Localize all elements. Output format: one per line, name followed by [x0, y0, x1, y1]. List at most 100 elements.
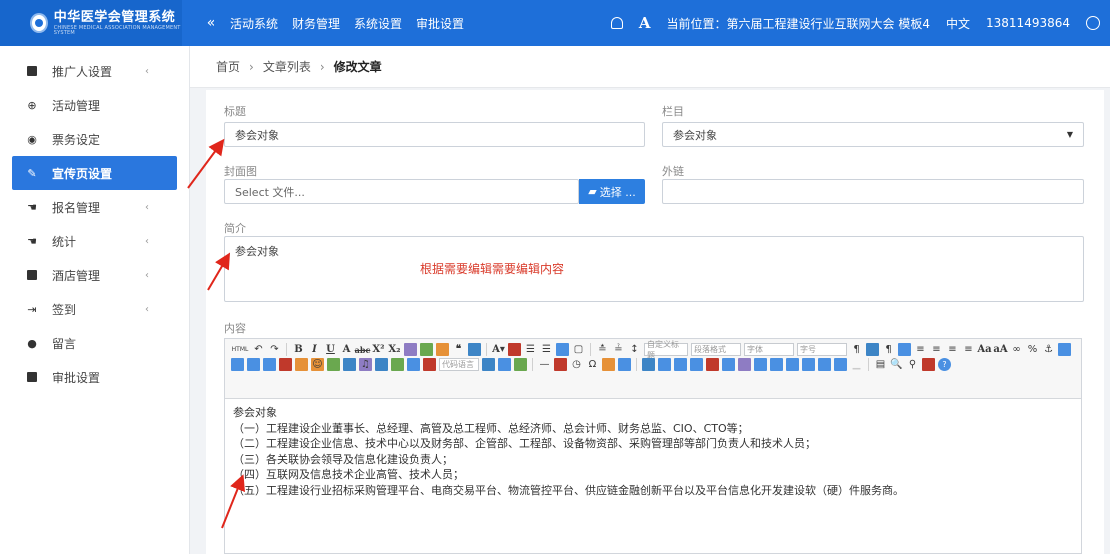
user-icon[interactable] — [1086, 16, 1100, 30]
split-cells-icon[interactable] — [802, 358, 815, 371]
font-color-icon[interactable]: A▾ — [492, 343, 505, 356]
insert-code-icon[interactable] — [423, 358, 436, 371]
align-right-icon[interactable]: ≡ — [946, 343, 959, 356]
image-left-icon[interactable] — [231, 358, 244, 371]
word-image-icon[interactable] — [618, 358, 631, 371]
link-icon[interactable]: ∞ — [1010, 343, 1023, 356]
music-icon[interactable]: ♫ — [359, 358, 372, 371]
sidebar-item-checkin[interactable]: ⇥ 签到 ‹ — [0, 292, 189, 326]
preview-icon[interactable]: 🔍 — [890, 358, 903, 371]
template-icon[interactable] — [498, 358, 511, 371]
line-height-icon[interactable]: ↕ — [628, 343, 641, 356]
attachment-icon[interactable] — [375, 358, 388, 371]
font-family-select[interactable]: 字体 — [744, 343, 794, 356]
topnav-item-finance[interactable]: 财务管理 — [292, 15, 340, 32]
language-switch[interactable]: 中文 — [946, 15, 970, 32]
title-input[interactable]: 参会对象 — [224, 122, 645, 147]
strikethrough-icon[interactable]: abc — [355, 343, 371, 356]
paragraph-format-select[interactable]: 段落格式 — [691, 343, 741, 356]
user-phone[interactable]: 13811493864 — [986, 16, 1070, 30]
unordered-list-icon[interactable]: ☰ — [540, 343, 553, 356]
row-spacing-top-icon[interactable]: ≛ — [596, 343, 609, 356]
anchor-icon[interactable]: ⚓ — [1042, 343, 1055, 356]
align-left-icon[interactable]: ≡ — [914, 343, 927, 356]
background-icon[interactable] — [514, 358, 527, 371]
delete-row-icon[interactable] — [706, 358, 719, 371]
breadcrumb-list[interactable]: 文章列表 — [263, 58, 311, 75]
lowercase-icon[interactable]: aA — [993, 343, 1007, 356]
choose-file-button[interactable]: ▰ 选择 ... — [579, 179, 645, 204]
topnav-item-approval[interactable]: 审批设置 — [416, 15, 464, 32]
bell-icon[interactable] — [610, 17, 623, 29]
column-select[interactable]: 参会对象 ▼ — [662, 122, 1084, 147]
redo-icon[interactable]: ↷ — [268, 343, 281, 356]
sidebar-item-message[interactable]: ● 留言 — [0, 326, 189, 360]
code-language-select[interactable]: 代码语言 — [439, 358, 479, 371]
sidebar-item-ticket[interactable]: ◉ 票务设定 — [0, 122, 189, 156]
insert-image-icon[interactable] — [295, 358, 308, 371]
page-break-icon[interactable] — [482, 358, 495, 371]
search-icon[interactable]: ⚲ — [906, 358, 919, 371]
ltr-icon[interactable]: ¶ — [850, 343, 863, 356]
cover-file-input[interactable]: Select 文件... — [224, 179, 579, 204]
split-cols-icon[interactable] — [834, 358, 847, 371]
scrawl-icon[interactable] — [327, 358, 340, 371]
subscript-icon[interactable]: X₂ — [388, 343, 401, 356]
merge-right-icon[interactable] — [770, 358, 783, 371]
merge-down-icon[interactable] — [786, 358, 799, 371]
insert-table-icon[interactable] — [642, 358, 655, 371]
brand[interactable]: 中华医学会管理系统 CHINESE MEDICAL ASSOCIATION MA… — [0, 0, 182, 46]
undo-icon[interactable]: ↶ — [252, 343, 265, 356]
format-painter-icon[interactable] — [404, 343, 417, 356]
uppercase-icon[interactable]: Aa — [977, 343, 991, 356]
unlink-icon[interactable]: % — [1026, 343, 1039, 356]
topnav-item-activity[interactable]: 活动系统 — [230, 15, 278, 32]
highlight-color-icon[interactable] — [508, 343, 521, 356]
ordered-list-icon[interactable]: ☰ — [524, 343, 537, 356]
breadcrumb-home[interactable]: 首页 — [216, 58, 240, 75]
auto-format-icon[interactable] — [436, 343, 449, 356]
horizontal-rule-icon[interactable]: — — [538, 358, 551, 371]
editor-content[interactable]: 参会对象 （一）工程建设企业董事长、总经理、高管及总工程师、总经济师、总会计师、… — [225, 399, 1081, 504]
search-replace-icon[interactable] — [602, 358, 615, 371]
insert-row-icon[interactable] — [690, 358, 703, 371]
fullscreen-icon[interactable] — [866, 343, 879, 356]
external-link-input[interactable] — [662, 179, 1084, 204]
map-icon[interactable] — [391, 358, 404, 371]
sidebar-collapse-button[interactable]: « — [200, 15, 222, 31]
superscript-icon[interactable]: X² — [372, 343, 385, 356]
sidebar-item-approval[interactable]: 审批设置 — [0, 360, 189, 394]
simple-upload-icon[interactable] — [279, 358, 292, 371]
delete-table-icon[interactable] — [658, 358, 671, 371]
sidebar-item-activity[interactable]: ⊕ 活动管理 — [0, 88, 189, 122]
italic-icon[interactable]: I — [308, 343, 321, 356]
insert-video-icon[interactable] — [343, 358, 356, 371]
sidebar-item-registration[interactable]: ☚ 报名管理 ‹ — [0, 190, 189, 224]
custom-title-select[interactable]: 自定义标题 — [644, 340, 688, 360]
indent-icon[interactable] — [898, 343, 911, 356]
image-none-icon[interactable] — [1058, 343, 1071, 356]
image-center-icon[interactable] — [263, 358, 276, 371]
sidebar-item-stats[interactable]: ☚ 统计 ‹ — [0, 224, 189, 258]
time-icon[interactable]: ◷ — [570, 358, 583, 371]
row-spacing-bottom-icon[interactable]: ≟ — [612, 343, 625, 356]
special-char-icon[interactable]: Ω — [586, 358, 599, 371]
help-icon[interactable]: ? — [938, 358, 951, 371]
insert-col-icon[interactable] — [722, 358, 735, 371]
sidebar-item-promo-page[interactable]: ✎ 宣传页设置 — [12, 156, 177, 190]
topnav-item-settings[interactable]: 系统设置 — [354, 15, 402, 32]
insert-paragraph-before-table-icon[interactable] — [674, 358, 687, 371]
delete-col-icon[interactable] — [738, 358, 751, 371]
clear-doc-icon[interactable]: ▢ — [572, 343, 585, 356]
paste-text-icon[interactable] — [468, 343, 481, 356]
bold-icon[interactable]: B — [292, 343, 305, 356]
eraser-icon[interactable] — [420, 343, 433, 356]
font-size-select[interactable]: 字号 — [797, 343, 847, 356]
underline-icon[interactable]: U — [324, 343, 337, 356]
select-all-icon[interactable] — [556, 343, 569, 356]
merge-cells-icon[interactable] — [754, 358, 767, 371]
print-icon[interactable]: ▤ — [874, 358, 887, 371]
rtl-icon[interactable]: ¶ — [882, 343, 895, 356]
insert-frame-icon[interactable] — [407, 358, 420, 371]
sidebar-item-promoter[interactable]: 推广人设置 ‹ — [0, 54, 189, 88]
